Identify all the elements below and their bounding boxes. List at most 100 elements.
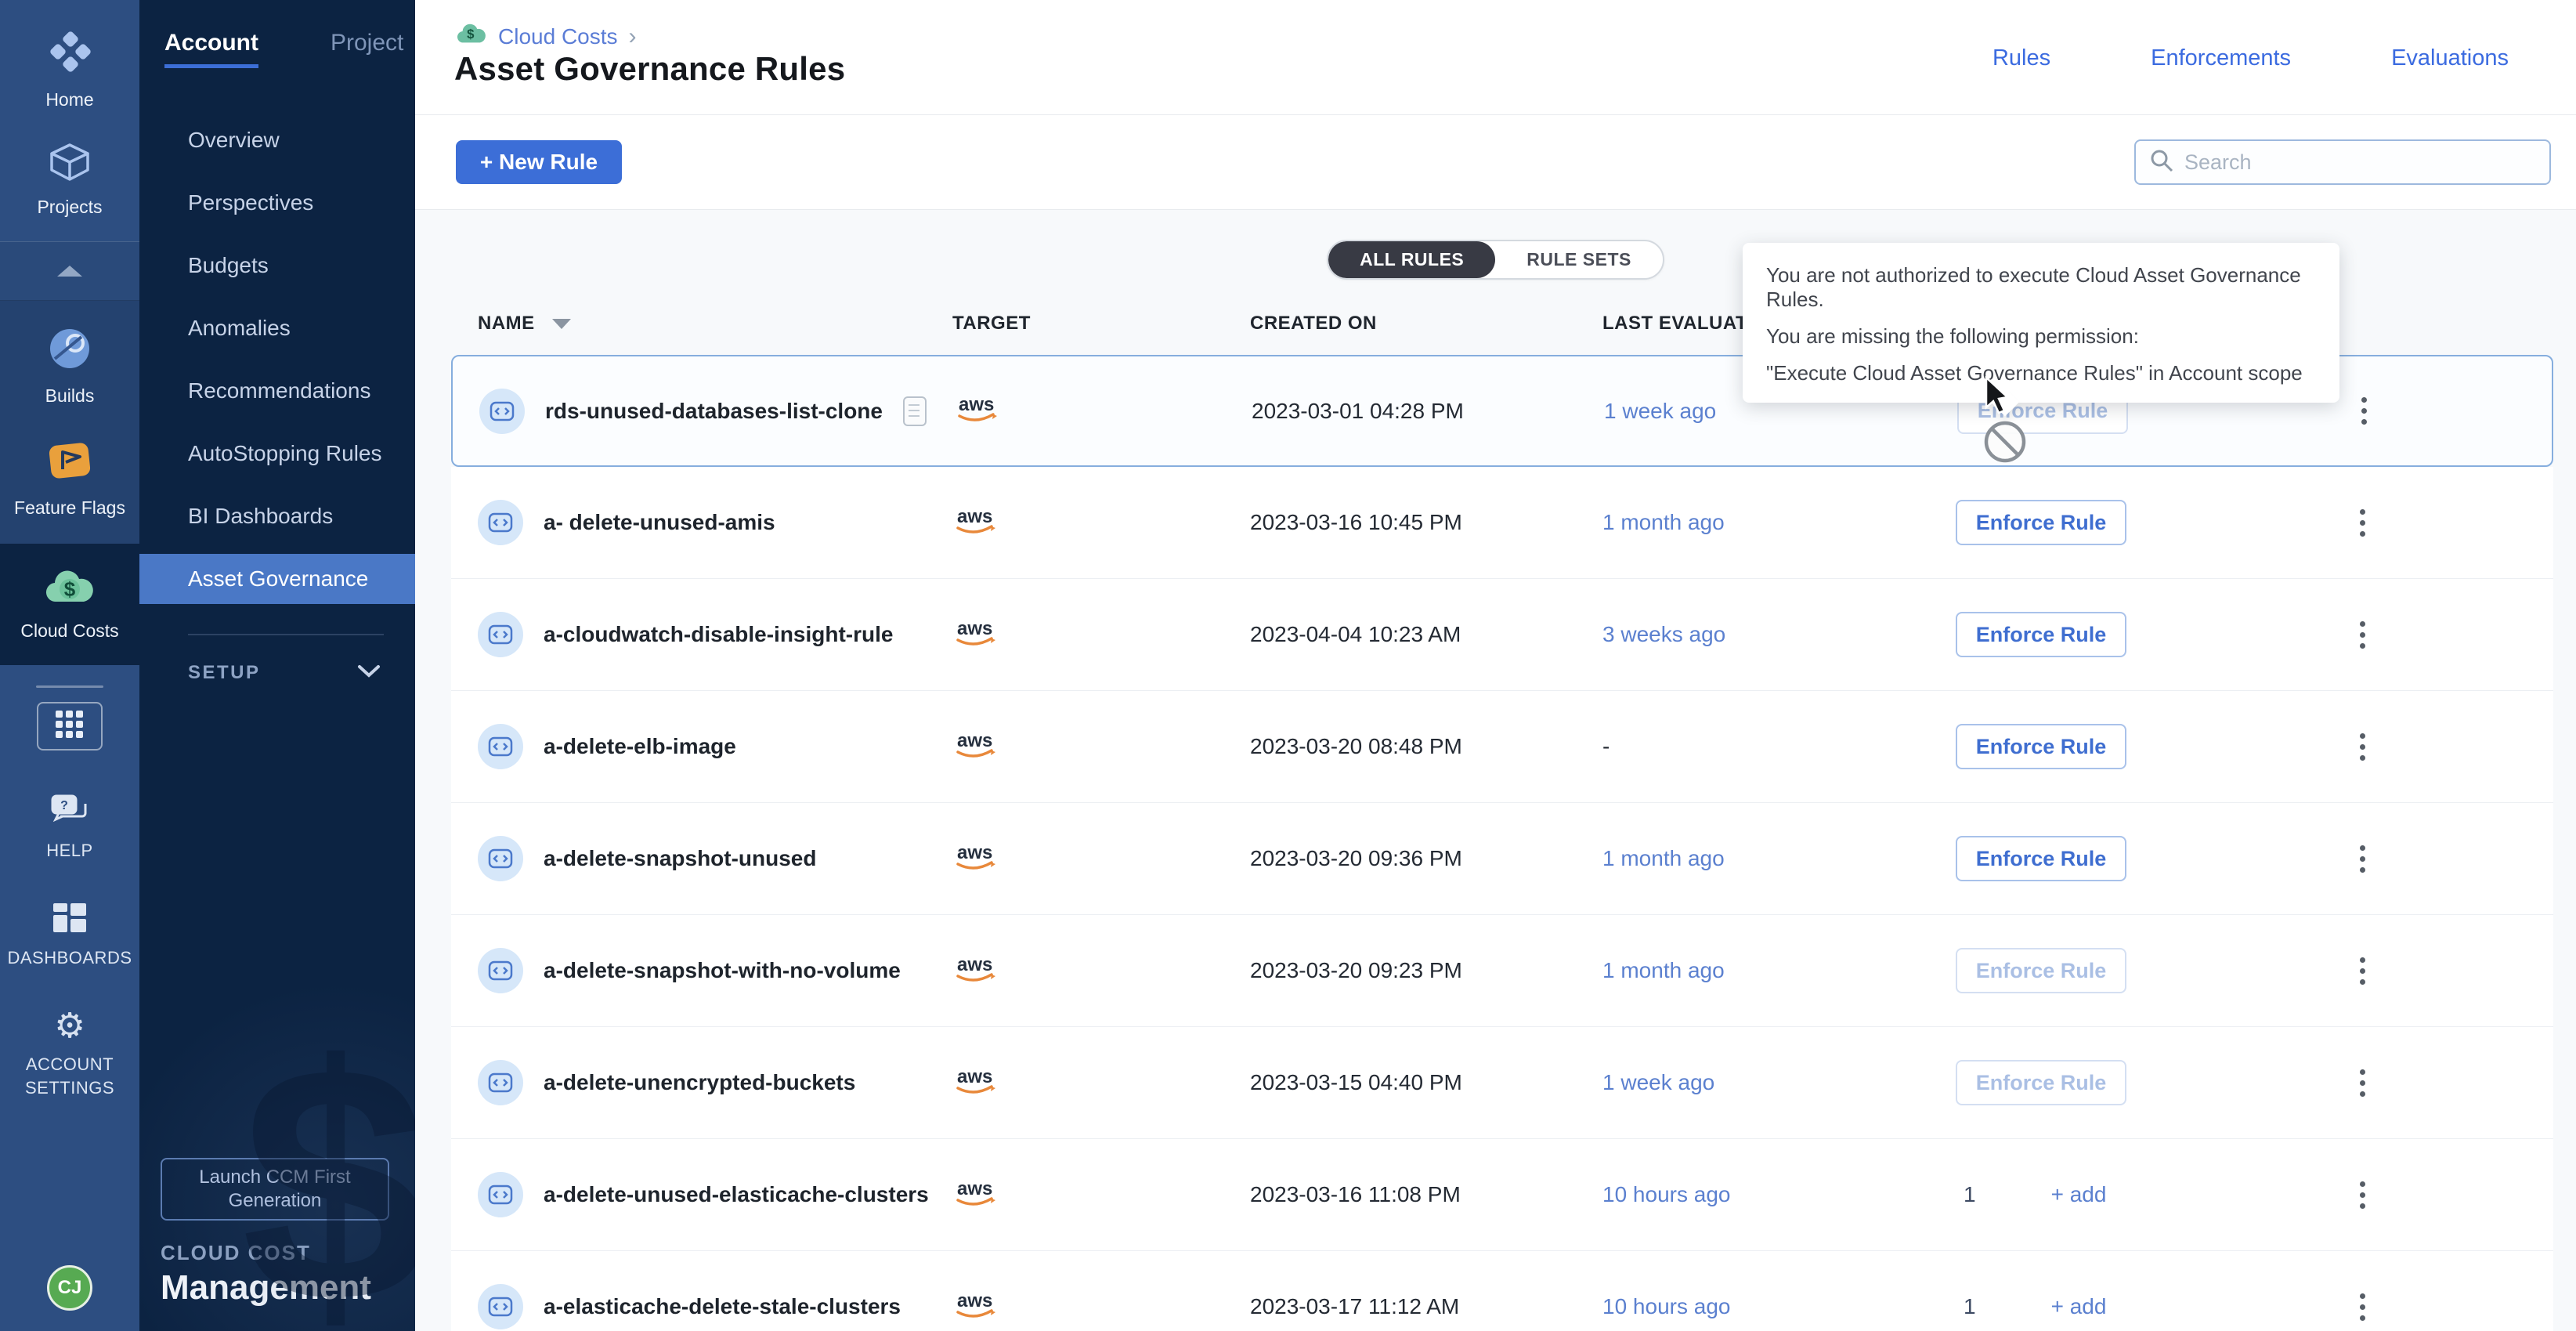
rail-item-help[interactable]: ? HELP (46, 793, 92, 861)
sidebar-nav: Account Project Overview Perspectives Bu… (139, 0, 415, 1331)
sidebar-item-overview[interactable]: Overview (139, 109, 415, 172)
kebab-menu-icon[interactable] (2360, 733, 2366, 761)
breadcrumb[interactable]: $ Cloud Costs › (456, 22, 637, 51)
new-rule-button[interactable]: + New Rule (456, 140, 622, 184)
kebab-menu-icon[interactable] (2360, 1181, 2366, 1209)
add-enforcement-link[interactable]: + add (2051, 1294, 2107, 1319)
rule-name[interactable]: a-cloudwatch-disable-insight-rule (544, 622, 893, 647)
enforce-rule-button[interactable]: Enforce Rule (1956, 500, 2126, 545)
rule-icon (478, 1060, 523, 1105)
aws-logo: aws (952, 853, 998, 877)
chevron-up-icon (57, 266, 82, 277)
table-row[interactable]: a-delete-elb-image aws 2023-03-20 08:48 … (451, 691, 2553, 803)
rail-item-account-settings[interactable]: ⚙ ACCOUNTSETTINGS (25, 1009, 114, 1099)
aws-logo: aws (952, 1189, 998, 1213)
rail-item-label: Feature Flags (14, 497, 125, 519)
nav-link-evaluations[interactable]: Evaluations (2391, 45, 2509, 71)
enforce-rule-button[interactable]: Enforce Rule (1956, 1060, 2126, 1105)
rule-icon (478, 724, 523, 769)
search-icon (2150, 149, 2173, 176)
feature-flags-icon (45, 438, 94, 488)
sidebar-item-bi-dashboards[interactable]: BI Dashboards (139, 485, 415, 548)
kebab-menu-icon[interactable] (2360, 845, 2366, 873)
rule-name[interactable]: a-delete-snapshot-with-no-volume (544, 958, 901, 983)
rail-item-feature-flags[interactable]: Feature Flags (0, 422, 139, 534)
kebab-menu-icon[interactable] (2360, 1069, 2366, 1097)
tab-account[interactable]: Account (164, 30, 258, 68)
add-enforcement-link[interactable]: + add (2051, 1182, 2107, 1207)
svg-text:aws: aws (959, 394, 994, 415)
sort-descending-icon[interactable] (552, 319, 571, 329)
kebab-menu-icon[interactable] (2361, 397, 2368, 425)
tab-rule-sets[interactable]: RULE SETS (1495, 241, 1663, 278)
table-row[interactable]: a- delete-unused-amis aws 2023-03-16 10:… (451, 467, 2553, 579)
rail-item-home[interactable]: Home (0, 16, 139, 126)
last-evaluation-value: 3 weeks ago (1587, 622, 1935, 647)
enforce-rule-button[interactable]: Enforce Rule (1956, 612, 2126, 657)
tab-all-rules[interactable]: ALL RULES (1328, 241, 1495, 278)
rail-item-cloud-costs-active[interactable]: $ Cloud Costs (0, 544, 139, 665)
sidebar-item-budgets[interactable]: Budgets (139, 234, 415, 297)
table-row[interactable]: a-delete-snapshot-unused aws 2023-03-20 … (451, 803, 2553, 915)
avatar[interactable]: CJ (47, 1265, 92, 1311)
nav-link-rules[interactable]: Rules (1993, 45, 2050, 71)
kebab-menu-icon[interactable] (2360, 509, 2366, 537)
rail-item-projects[interactable]: Projects (0, 126, 139, 233)
table-row[interactable]: a-cloudwatch-disable-insight-rule aws 20… (451, 579, 2553, 691)
sidebar-item-autostopping-rules[interactable]: AutoStopping Rules (139, 422, 415, 485)
tab-project[interactable]: Project (331, 30, 403, 68)
rail-item-label: Builds (45, 385, 95, 407)
rule-name[interactable]: a- delete-unused-amis (544, 510, 775, 535)
kebab-menu-icon[interactable] (2360, 1293, 2366, 1321)
tooltip-line: You are not authorized to execute Cloud … (1766, 263, 2316, 312)
table-row[interactable]: a-delete-unencrypted-buckets aws 2023-03… (451, 1027, 2553, 1139)
rail-item-label: Home (45, 89, 93, 110)
module-picker-button[interactable] (37, 702, 103, 750)
avatar-initials: CJ (58, 1277, 82, 1299)
rule-name[interactable]: a-delete-unused-elasticache-clusters (544, 1182, 929, 1207)
enforcement-count[interactable]: 1 (1964, 1294, 1976, 1319)
sidebar-item-recommendations[interactable]: Recommendations (139, 360, 415, 422)
enforce-rule-button[interactable]: Enforce Rule (1956, 836, 2126, 881)
rule-name[interactable]: a-delete-unencrypted-buckets (544, 1070, 855, 1095)
rule-name[interactable]: a-delete-elb-image (544, 734, 736, 759)
sidebar-setup-toggle[interactable]: SETUP (139, 635, 415, 684)
copy-icon[interactable] (903, 396, 927, 426)
help-chat-icon: ? (49, 793, 90, 831)
aws-logo: aws (952, 629, 998, 653)
nav-link-enforcements[interactable]: Enforcements (2151, 45, 2291, 71)
svg-text:?: ? (60, 799, 68, 812)
table-row[interactable]: a-delete-unused-elasticache-clusters aws… (451, 1139, 2553, 1251)
enforcement-count[interactable]: 1 (1964, 1182, 1976, 1207)
column-header-created-on: CREATED ON (1234, 313, 1587, 335)
enforce-rule-button[interactable]: Enforce Rule (1956, 724, 2126, 769)
product-eyebrow: CLOUD COST (161, 1241, 415, 1265)
enforce-rule-button[interactable]: Enforce Rule (1956, 948, 2126, 993)
breadcrumb-link[interactable]: Cloud Costs (498, 24, 618, 49)
aws-logo: aws (952, 517, 998, 541)
sidebar-item-anomalies[interactable]: Anomalies (139, 297, 415, 360)
kebab-menu-icon[interactable] (2360, 957, 2366, 985)
table-row[interactable]: a-elasticache-delete-stale-clusters aws … (451, 1251, 2553, 1331)
kebab-menu-icon[interactable] (2360, 621, 2366, 649)
aws-logo: aws (952, 741, 998, 765)
launch-ccm-first-gen-button[interactable]: Launch CCM First Generation (161, 1158, 389, 1221)
created-on-value: 2023-03-15 04:40 PM (1234, 1070, 1587, 1095)
sidebar-item-perspectives[interactable]: Perspectives (139, 172, 415, 234)
created-on-value: 2023-03-17 11:12 AM (1234, 1294, 1587, 1319)
table-row[interactable]: a-delete-snapshot-with-no-volume aws 202… (451, 915, 2553, 1027)
search-box[interactable] (2134, 139, 2551, 185)
svg-text:aws: aws (957, 506, 992, 527)
rule-name[interactable]: a-delete-snapshot-unused (544, 846, 816, 871)
search-input[interactable] (2184, 150, 2535, 175)
rail-item-builds[interactable]: Builds (0, 310, 139, 422)
module-rail: Home Projects Builds (0, 0, 139, 1331)
sidebar-item-asset-governance[interactable]: Asset Governance (139, 554, 415, 604)
rule-name[interactable]: a-elasticache-delete-stale-clusters (544, 1294, 901, 1319)
rail-collapse-toggle[interactable] (0, 241, 139, 301)
rule-name[interactable]: rds-unused-databases-list-clone (545, 399, 883, 424)
column-header-name[interactable]: NAME (478, 313, 535, 335)
rail-item-dashboards[interactable]: DASHBOARDS (7, 902, 132, 968)
created-on-value: 2023-03-16 10:45 PM (1234, 510, 1587, 535)
rail-item-label: Cloud Costs (20, 620, 118, 642)
